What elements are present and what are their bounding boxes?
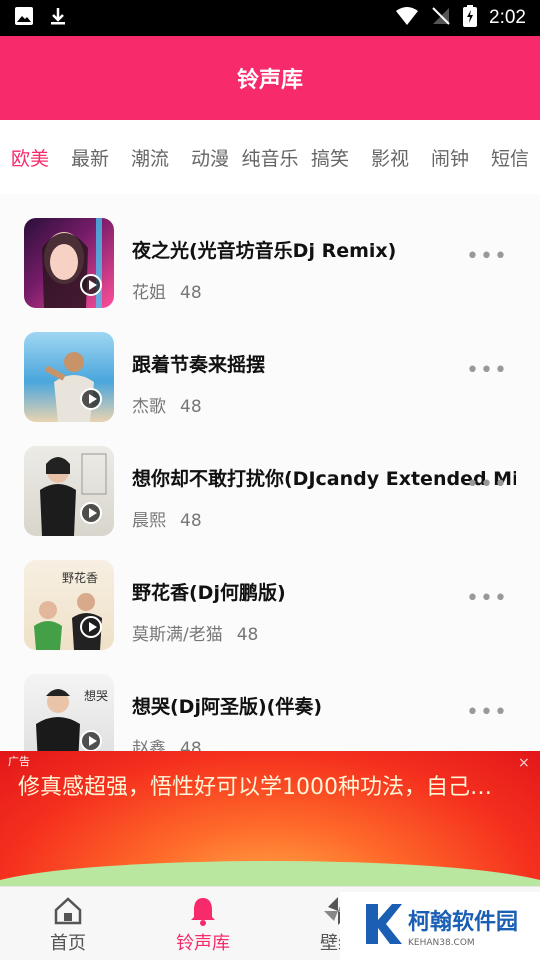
- song-count: 48: [236, 625, 259, 645]
- svg-text:野花香: 野花香: [62, 570, 98, 585]
- no-signal-icon: [431, 6, 451, 30]
- tab-gaoxiao[interactable]: 搞笑: [300, 144, 360, 171]
- download-icon: [48, 6, 68, 30]
- battery-icon: [463, 5, 478, 31]
- nav-label: 首页: [50, 933, 86, 954]
- song-title: 跟着节奏来摇摆: [132, 354, 266, 376]
- tab-zuixin[interactable]: 最新: [60, 144, 120, 171]
- play-icon[interactable]: [80, 616, 102, 638]
- song-cover: 想哭: [24, 674, 114, 754]
- ad-decoration: [0, 861, 540, 886]
- nav-home[interactable]: 首页: [28, 893, 108, 955]
- song-meta: 晨熙 48: [132, 506, 202, 531]
- image-icon: [14, 6, 34, 30]
- play-icon[interactable]: [80, 502, 102, 524]
- watermark-logo-icon: [362, 902, 402, 950]
- more-options-icon[interactable]: •••: [466, 586, 508, 611]
- tab-dongman[interactable]: 动漫: [180, 144, 240, 171]
- song-meta: 花姐 48: [132, 278, 202, 303]
- home-icon: [28, 893, 108, 929]
- wifi-icon: [395, 6, 419, 30]
- song-title: 想你却不敢打扰你(DJcandy Extended Mix): [132, 468, 516, 490]
- category-tabs: 欧美 最新 潮流 动漫 纯音乐 搞笑 影视 闹钟 短信: [0, 120, 540, 194]
- list-item[interactable]: 野花香 野花香(Dj何鹏版) 莫斯满/老猫 48 •••: [0, 558, 540, 672]
- page-title: 铃声库: [236, 68, 303, 93]
- tab-naozhong[interactable]: 闹钟: [420, 144, 480, 171]
- ad-banner[interactable]: 广告 × 修真感超强，悟性好可以学1000种功法，自己…: [0, 751, 540, 886]
- watermark-name: 柯翰软件园: [408, 910, 519, 935]
- watermark: 柯翰软件园 KEHAN38.COM: [340, 892, 540, 960]
- song-artist: 杰歌: [132, 397, 166, 417]
- ad-label: 广告: [8, 755, 30, 768]
- app-header: 铃声库: [0, 36, 540, 120]
- list-item[interactable]: 夜之光(光音坊音乐Dj Remix) 花姐 48 •••: [0, 216, 540, 330]
- song-cover: [24, 446, 114, 536]
- song-meta: 杰歌 48: [132, 392, 202, 417]
- list-item[interactable]: 想哭 想哭(Dj阿圣版)(伴奏) 赵鑫 48 •••: [0, 672, 540, 754]
- watermark-url: KEHAN38.COM: [408, 938, 475, 948]
- song-cover: [24, 332, 114, 422]
- play-icon[interactable]: [80, 274, 102, 296]
- song-title: 想哭(Dj阿圣版)(伴奏): [132, 696, 323, 718]
- song-title: 夜之光(光音坊音乐Dj Remix): [132, 240, 397, 262]
- svg-text:想哭: 想哭: [84, 688, 108, 703]
- song-cover: 野花香: [24, 560, 114, 650]
- song-count: 48: [180, 397, 202, 417]
- song-cover: [24, 218, 114, 308]
- song-title: 野花香(Dj何鹏版): [132, 582, 286, 604]
- more-options-icon[interactable]: •••: [466, 472, 508, 497]
- clock: 2:02: [489, 7, 526, 28]
- bell-icon: [163, 893, 243, 929]
- list-item[interactable]: 想你却不敢打扰你(DJcandy Extended Mix) 晨熙 48 •••: [0, 444, 540, 558]
- play-icon[interactable]: [80, 730, 102, 752]
- tab-chaoliu[interactable]: 潮流: [120, 144, 180, 171]
- tab-yingshi[interactable]: 影视: [360, 144, 420, 171]
- ad-text: 修真感超强，悟性好可以学1000种功法，自己…: [18, 775, 492, 800]
- nav-ringtones[interactable]: 铃声库: [163, 893, 243, 955]
- status-bar: 2:02: [0, 0, 540, 36]
- tab-duanxin[interactable]: 短信: [480, 144, 540, 171]
- nav-label: 铃声库: [176, 933, 230, 954]
- more-options-icon[interactable]: •••: [466, 244, 508, 269]
- ringtone-list: 夜之光(光音坊音乐Dj Remix) 花姐 48 ••• 跟着节奏来摇摆 杰歌 48…: [0, 194, 540, 754]
- tab-chunyinyue[interactable]: 纯音乐: [240, 144, 300, 171]
- song-artist: 晨熙: [132, 511, 166, 531]
- song-artist: 花姐: [132, 283, 166, 303]
- list-item[interactable]: 跟着节奏来摇摆 杰歌 48 •••: [0, 330, 540, 444]
- song-count: 48: [180, 511, 202, 531]
- more-options-icon[interactable]: •••: [466, 700, 508, 725]
- song-count: 48: [180, 283, 202, 303]
- play-icon[interactable]: [80, 388, 102, 410]
- tab-oumei[interactable]: 欧美: [0, 144, 60, 171]
- song-artist: 莫斯满/老猫: [132, 625, 223, 645]
- more-options-icon[interactable]: •••: [466, 358, 508, 383]
- song-meta: 莫斯满/老猫 48: [132, 620, 258, 645]
